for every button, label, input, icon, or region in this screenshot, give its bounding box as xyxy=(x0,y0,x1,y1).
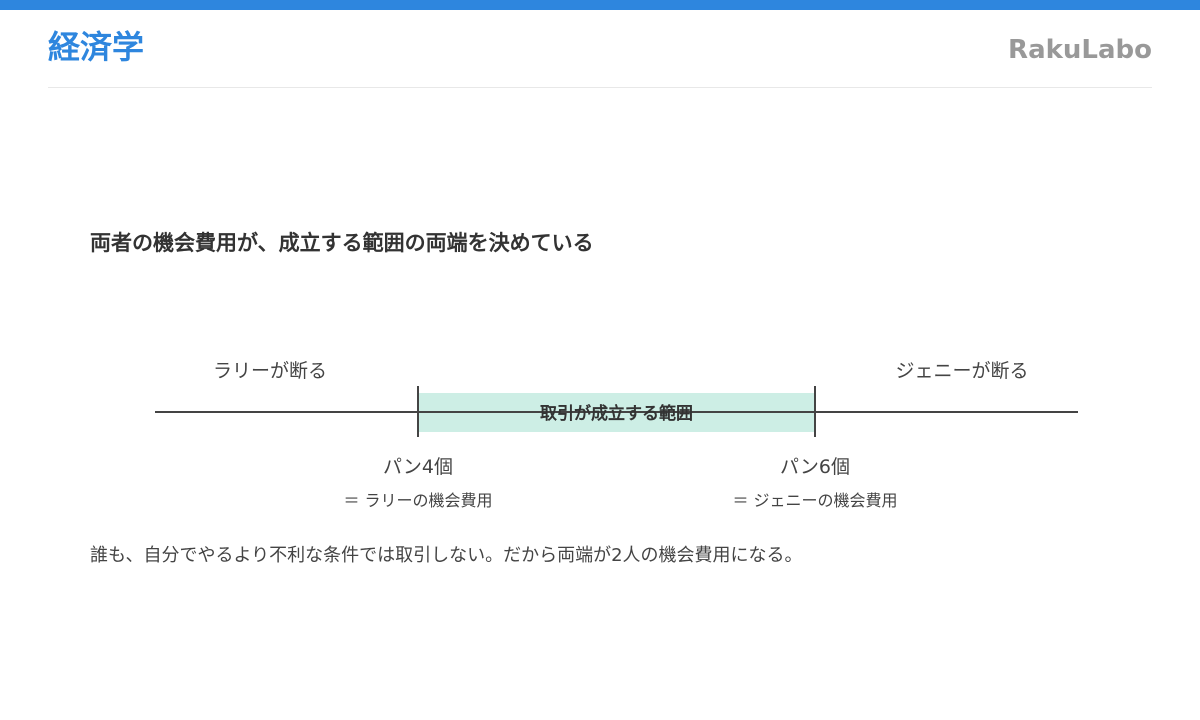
upper-bound-value: パン6個 xyxy=(779,456,851,478)
left-refuse-label: ラリーが断る xyxy=(212,360,327,382)
upper-bound-note: ＝ ジェニーの機会費用 xyxy=(732,491,898,510)
right-refuse-label: ジェニーが断る xyxy=(895,360,1029,382)
lower-bound-value: パン4個 xyxy=(382,456,454,478)
trade-range-diagram: ラリーが断る ジェニーが断る 取引が成立する範囲 パン4個 ＝ ラリーの機会費用… xyxy=(0,0,1200,720)
lower-bound-note: ＝ ラリーの機会費用 xyxy=(343,491,493,510)
trade-zone-label: 取引が成立する範囲 xyxy=(540,404,693,424)
conclusion-text: 誰も、自分でやるより不利な条件では取引しない。だから両端が2人の機会費用になる。 xyxy=(90,545,803,566)
slide: 経済学 RakuLabo 両者の機会費用が、成立する範囲の両端を決めている ラリ… xyxy=(0,0,1200,720)
